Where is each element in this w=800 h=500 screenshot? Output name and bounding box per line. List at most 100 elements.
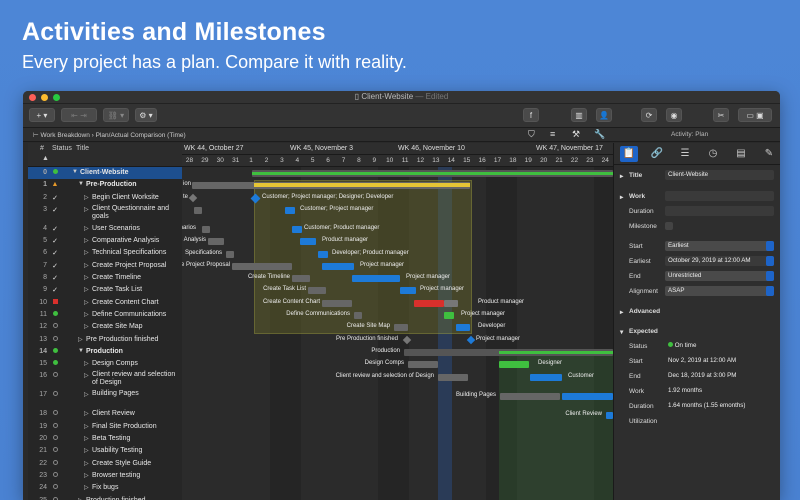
task-bar[interactable] [354,312,362,319]
link-icon[interactable]: 🔗 [648,146,666,162]
disclosure-open-icon[interactable]: ▾ [620,328,623,336]
task-bar[interactable] [308,287,326,295]
gantt-area[interactable]: ion te Customer; Project manager; Designer… [182,167,613,500]
task-bar[interactable] [352,275,400,283]
task-bar[interactable] [394,324,408,332]
task-bar[interactable] [499,361,529,369]
title-field[interactable]: Client-Website [665,170,774,180]
disclosure-icon[interactable]: ▷ [84,484,89,491]
disclosure-icon[interactable]: ▷ [84,194,89,201]
milestone-diamond-icon[interactable] [466,335,476,344]
task-bar[interactable] [322,262,354,270]
disclosure-icon[interactable]: ▸ [620,193,623,201]
outline-row[interactable]: 5 ✓ ▷ Comparative Analysis [28,235,182,247]
disclosure-icon[interactable]: ▷ [84,372,89,379]
disclosure-icon[interactable]: ▷ [84,311,89,318]
earliest-field[interactable]: October 29, 2019 at 12:00 AM [665,256,774,266]
disclosure-icon[interactable]: ▷ [84,274,89,281]
share-icon[interactable]: ◉ [666,108,682,122]
alignment-select[interactable]: ASAP [665,286,774,296]
outline-row[interactable]: 3 ✓ ▷ Client Questionnaire and goals [28,204,182,223]
end-select[interactable]: Unrestricted [665,271,774,281]
outline-row[interactable]: 17 ▷ Building Pages [28,389,182,408]
outline-row[interactable]: 11 ▷ Define Communications [28,309,182,321]
chevron-updown-icon[interactable] [766,271,774,281]
sync-icon[interactable]: ⟳ [641,108,657,122]
outline-row[interactable]: 14 ▼ Production [28,346,182,358]
chevron-updown-icon[interactable] [766,286,774,296]
chevron-updown-icon[interactable] [766,241,774,251]
breadcrumb[interactable]: ⊢ Work Breakdown › Plan/Actual Compariso… [33,131,186,139]
outline-row[interactable]: 0 ▼ Client-Website [28,167,182,180]
indent-button[interactable]: ⇤ ⇥ [61,108,97,122]
task-bar[interactable] [444,299,458,307]
task-bar[interactable] [202,225,210,233]
disclosure-open-icon[interactable]: ▼ [78,181,84,187]
outline-row[interactable]: 8 ✓ ▷ Create Timeline [28,272,182,284]
tools-icon[interactable]: ✂ [713,108,729,122]
gantt-chart[interactable]: WK 44, October 27 WK 45, November 3 WK 46,… [182,143,613,500]
disclosure-icon[interactable]: ▷ [84,423,89,430]
task-bar[interactable] [444,312,454,319]
gear-icon[interactable]: ⚙ ▾ [135,108,157,122]
outline-row[interactable]: 16 ▷ Client review and selection of Design [28,370,182,389]
work-field[interactable] [665,191,774,201]
chevron-down-icon[interactable] [766,256,774,266]
outline-row[interactable]: 9 ✓ ▷ Create Task List [28,284,182,296]
wrench-icon[interactable]: 🔧 [594,129,605,140]
link-button[interactable]: ⛓ ▾ [103,108,129,122]
task-bar[interactable] [322,299,352,307]
layout-icon[interactable]: ≡ [550,129,555,139]
outline-row[interactable]: 13 ▷ Pre Production finished [28,334,182,346]
milestone-diamond-icon[interactable] [188,193,198,202]
task-bar[interactable] [300,238,316,246]
task-bar[interactable] [226,250,234,258]
disclosure-icon[interactable]: ▷ [84,206,89,213]
clock-icon[interactable]: ◷ [704,146,722,162]
disclosure-icon[interactable]: ▷ [84,391,89,398]
task-bar[interactable] [530,373,562,381]
column-title[interactable]: Title [76,145,89,152]
font-icon[interactable]: f [523,108,539,122]
clipboard-icon[interactable]: 📋 [620,145,638,162]
outline-row[interactable]: 24 ▷ Fix bugs [28,482,182,494]
task-bar[interactable] [400,287,416,295]
outline-row[interactable]: 15 ▷ Design Comps [28,358,182,370]
outline-row[interactable]: 10 ▷ Create Content Chart [28,297,182,309]
task-bar[interactable] [438,373,468,381]
outline-row[interactable]: 18 ▷ Client Review [28,408,182,420]
disclosure-icon[interactable]: ▷ [84,447,89,454]
disclosure-icon[interactable]: ▷ [78,336,83,343]
task-bar[interactable] [285,206,295,214]
column-status[interactable]: Status [52,145,72,152]
disclosure-open-icon[interactable]: ▼ [72,169,78,175]
milestone-checkbox[interactable] [665,222,673,230]
outline-row[interactable]: 20 ▷ Beta Testing [28,433,182,445]
style-icon[interactable]: ⚒ [572,129,580,140]
disclosure-icon[interactable]: ▷ [84,225,89,232]
outline-row[interactable]: 4 ✓ ▷ User Scenarios [28,223,182,235]
filter-icon[interactable]: ⛉ [528,129,535,140]
disclosure-icon[interactable]: ▷ [84,472,89,479]
duration-field[interactable] [665,206,774,216]
disclosure-icon[interactable]: ▷ [84,460,89,467]
disclosure-icon[interactable]: ▷ [84,249,89,256]
outline-row[interactable]: 1 ▲ ▼ Pre-Production [28,179,182,191]
task-bar[interactable] [292,225,302,233]
outline-row[interactable]: 6 ✓ ▷ Technical Specifications [28,247,182,259]
task-bar[interactable] [500,392,560,400]
task-bar[interactable] [408,361,438,369]
disclosure-icon[interactable]: ▷ [84,262,89,269]
task-bar[interactable] [194,206,202,214]
edit-icon[interactable]: ✎ [760,146,778,162]
task-bar[interactable] [562,392,613,400]
task-bar[interactable] [292,275,310,283]
disclosure-open-icon[interactable]: ▼ [78,348,84,354]
outline-row[interactable]: 2 ✓ ▷ Begin Client Worksite [28,192,182,204]
list-icon[interactable]: ☰ [676,146,694,162]
column-number[interactable]: # [40,145,44,152]
person-icon[interactable]: 👤 [596,108,612,122]
outline-row[interactable]: 25 ▷Production finished [28,495,182,500]
outline-row[interactable]: 19 ▷ Final Site Production [28,421,182,433]
outline-row[interactable]: 22 ▷ Create Style Guide [28,458,182,470]
